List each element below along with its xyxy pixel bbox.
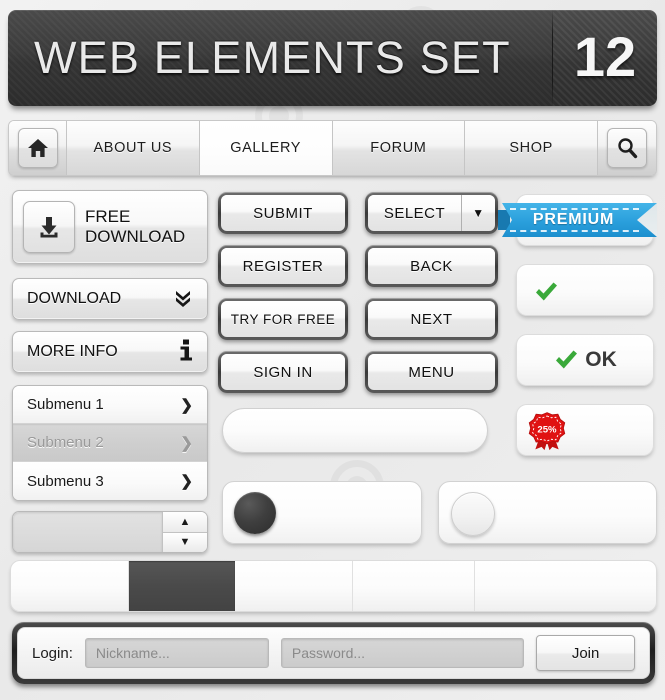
password-placeholder: Password...: [291, 645, 366, 661]
submenu-item-label: Submenu 3: [27, 472, 104, 490]
svg-text:25%: 25%: [537, 424, 557, 435]
nav-search-button[interactable]: [598, 121, 656, 175]
toggle-switch-on[interactable]: [222, 481, 422, 544]
free-download-line1: FREE: [85, 207, 131, 226]
nav-item-shop[interactable]: SHOP: [465, 121, 598, 175]
nav-home-button[interactable]: [9, 121, 67, 175]
select-dropdown-value: SELECT: [383, 204, 446, 222]
check-card[interactable]: [516, 264, 654, 316]
menu-button-label: MENU: [368, 354, 495, 390]
search-pill-input[interactable]: [222, 408, 488, 453]
ribbon-dash-top: [510, 208, 639, 210]
more-info-label: MORE INFO: [27, 343, 118, 360]
main-navigation: ABOUT US GALLERY FORUM SHOP: [8, 120, 657, 176]
header-set-number: 12: [553, 10, 657, 106]
premium-ribbon[interactable]: PREMIUM: [502, 203, 657, 237]
caret-down-icon[interactable]: ▼: [461, 195, 495, 231]
page-title: WEB ELEMENTS SET: [34, 32, 511, 83]
ok-card[interactable]: OK: [516, 334, 654, 386]
submenu-item-1[interactable]: Submenu 1 ❯: [13, 386, 207, 424]
submenu-list: Submenu 1 ❯ Submenu 2 ❯ Submenu 3 ❯: [12, 385, 208, 501]
info-icon: [179, 339, 193, 366]
toggle-knob-light[interactable]: [451, 492, 495, 536]
rosette-badge-icon: 25%: [528, 412, 566, 451]
triangle-down-icon[interactable]: ▼: [163, 532, 207, 552]
join-button-label: Join: [571, 644, 600, 662]
ribbon-notch: [637, 203, 657, 237]
submenu-item-2[interactable]: Submenu 2 ❯: [13, 424, 207, 462]
discount-card[interactable]: 25%: [516, 404, 654, 456]
spinner-arrows: ▲ ▼: [163, 512, 207, 552]
toggle-knob-dark[interactable]: [234, 492, 276, 534]
number-spinner[interactable]: ▲ ▼: [12, 511, 208, 553]
free-download-label: FREE DOWNLOAD: [85, 207, 185, 247]
free-download-button[interactable]: FREE DOWNLOAD: [12, 190, 208, 264]
chevron-right-icon: ❯: [180, 473, 193, 490]
nickname-input[interactable]: Nickname...: [84, 638, 269, 668]
select-dropdown-inner: SELECT ▼: [368, 195, 495, 231]
login-bar: Login: Nickname... Password... Join: [12, 622, 655, 684]
login-bar-inner: Login: Nickname... Password... Join: [17, 627, 650, 679]
submenu-item-label: Submenu 2: [27, 434, 104, 451]
progress-segment[interactable]: [475, 561, 656, 611]
chevron-right-icon: ❯: [180, 434, 193, 452]
submit-button[interactable]: SUBMIT: [218, 192, 348, 234]
ribbon-dash-bottom: [510, 230, 639, 232]
download-tray-icon: [23, 201, 75, 253]
home-icon: [17, 128, 58, 168]
free-download-line2: DOWNLOAD: [85, 227, 186, 246]
next-button[interactable]: NEXT: [365, 298, 498, 340]
page-header: WEB ELEMENTS SET 12: [8, 10, 657, 106]
progress-segment[interactable]: [353, 561, 475, 611]
nav-item-label: GALLERY: [230, 140, 302, 156]
progress-segment[interactable]: [11, 561, 129, 611]
toggle-switch-off[interactable]: [438, 481, 657, 544]
nav-item-label: ABOUT US: [93, 140, 173, 156]
password-input[interactable]: Password...: [280, 638, 525, 668]
web-elements-set-page: WEB ELEMENTS SET 12 ABOUT US GALLERY FOR…: [0, 0, 665, 700]
search-icon: [607, 128, 647, 168]
check-icon: [536, 282, 557, 301]
register-button-label: REGISTER: [221, 248, 345, 284]
spinner-input[interactable]: [13, 512, 163, 552]
nav-item-forum[interactable]: FORUM: [332, 121, 466, 175]
download-label: DOWNLOAD: [27, 290, 122, 307]
ok-card-content: OK: [517, 335, 653, 385]
submenu-item-label: Submenu 1: [27, 396, 104, 413]
segmented-progress-bar[interactable]: [10, 560, 657, 612]
select-dropdown[interactable]: SELECT ▼: [365, 192, 498, 234]
nickname-placeholder: Nickname...: [95, 645, 170, 661]
try-for-free-button[interactable]: TRY FOR FREE: [218, 298, 348, 340]
next-button-label: NEXT: [368, 301, 495, 337]
back-button-label: BACK: [368, 248, 495, 284]
ok-card-label: OK: [585, 348, 617, 371]
chevron-right-icon: ❯: [180, 396, 193, 414]
sign-in-button[interactable]: SIGN IN: [218, 351, 348, 393]
double-chevron-down-icon: [173, 287, 193, 312]
nav-item-label: SHOP: [509, 140, 553, 156]
progress-segment-filled[interactable]: [129, 561, 235, 611]
login-label: Login:: [32, 644, 73, 662]
submit-button-label: SUBMIT: [221, 195, 345, 231]
back-button[interactable]: BACK: [365, 245, 498, 287]
menu-button[interactable]: MENU: [365, 351, 498, 393]
join-button[interactable]: Join: [536, 635, 635, 671]
submenu-item-3[interactable]: Submenu 3 ❯: [13, 462, 207, 500]
nav-item-label: FORUM: [370, 140, 427, 156]
premium-ribbon-label: PREMIUM: [532, 211, 615, 228]
check-icon: [556, 350, 578, 369]
progress-segment[interactable]: [235, 561, 353, 611]
sign-in-button-label: SIGN IN: [221, 354, 345, 390]
try-for-free-label: TRY FOR FREE: [221, 301, 345, 337]
nav-item-gallery[interactable]: GALLERY: [199, 121, 333, 175]
triangle-up-icon[interactable]: ▲: [163, 512, 207, 533]
more-info-button[interactable]: MORE INFO: [12, 331, 208, 373]
nav-item-about-us[interactable]: ABOUT US: [67, 121, 200, 175]
register-button[interactable]: REGISTER: [218, 245, 348, 287]
download-button[interactable]: DOWNLOAD: [12, 278, 208, 320]
